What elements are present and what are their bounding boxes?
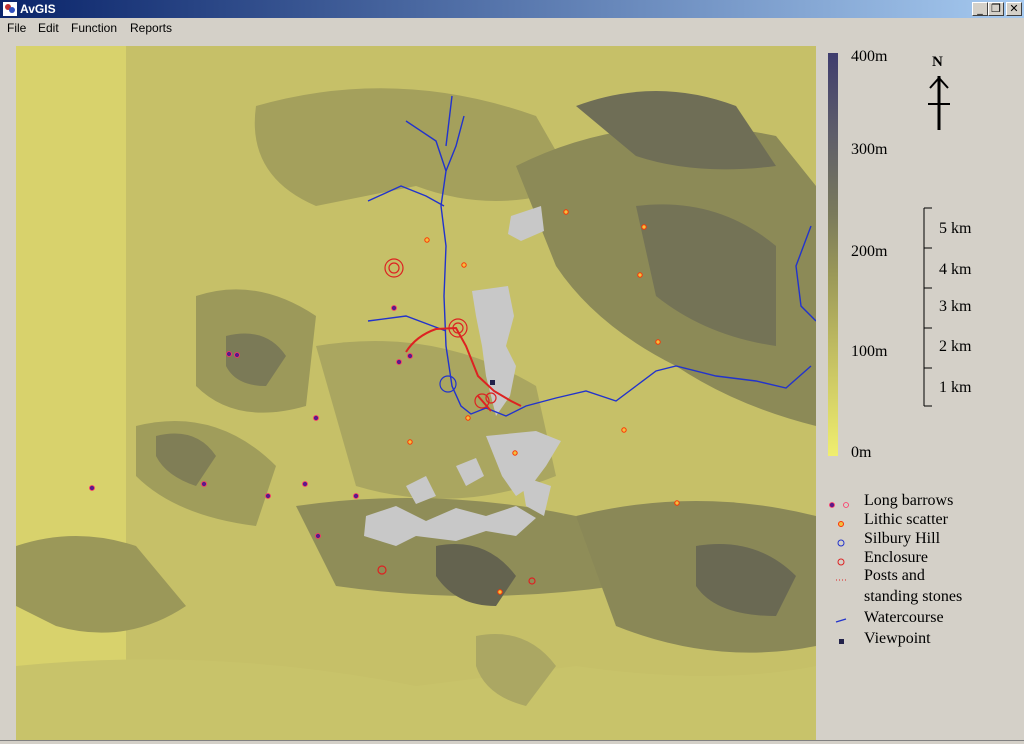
elevation-color-bar bbox=[828, 53, 838, 456]
restore-button[interactable]: ❐ bbox=[988, 2, 1004, 16]
legend-key-icons bbox=[829, 502, 849, 644]
north-arrow-icon bbox=[928, 76, 950, 130]
terrain-map bbox=[16, 46, 816, 740]
title-bar: AvGIS _ ❐ ✕ bbox=[0, 0, 1024, 18]
legend-label-viewpoint: Viewpoint bbox=[864, 630, 931, 647]
long-barrow-alt-icon bbox=[843, 502, 849, 508]
menu-file[interactable]: File bbox=[7, 21, 26, 35]
minimize-button[interactable]: _ bbox=[972, 2, 988, 16]
close-button[interactable]: ✕ bbox=[1006, 2, 1022, 16]
scale-label-1km: 1 km bbox=[939, 379, 972, 396]
scale-label-5km: 5 km bbox=[939, 220, 972, 237]
window-bottom-border bbox=[0, 740, 1024, 744]
menu-function[interactable]: Function bbox=[71, 21, 117, 35]
legend-label-silbury-hill: Silbury Hill bbox=[864, 530, 941, 547]
menu-reports[interactable]: Reports bbox=[130, 21, 172, 35]
legend-label-posts-and: Posts and bbox=[864, 567, 925, 584]
legend-label-lithic-scatter: Lithic scatter bbox=[864, 511, 948, 528]
watercourse-icon bbox=[835, 618, 847, 623]
scale-label-2km: 2 km bbox=[939, 338, 972, 355]
legend-label-standing-stones: standing stones bbox=[864, 588, 963, 605]
viewpoint-marker bbox=[490, 380, 495, 385]
app-icon bbox=[3, 2, 17, 16]
elevation-label-300: 300m bbox=[851, 141, 888, 158]
menu-edit[interactable]: Edit bbox=[38, 21, 59, 35]
long-barrow-icon bbox=[829, 502, 835, 508]
north-label: N bbox=[932, 54, 943, 70]
scale-label-4km: 4 km bbox=[939, 261, 972, 278]
silbury-hill-icon bbox=[837, 539, 845, 547]
elevation-label-0: 0m bbox=[851, 444, 872, 461]
scale-label-3km: 3 km bbox=[939, 298, 972, 315]
legend-panel: 400m 300m 200m 100m 0m N 5 km 4 km 3 km … bbox=[816, 46, 1024, 740]
map-canvas[interactable] bbox=[16, 46, 816, 740]
viewpoint-icon bbox=[839, 639, 844, 644]
distance-scale-bar bbox=[923, 207, 932, 407]
menu-bar: File Edit Function Reports bbox=[0, 18, 1024, 38]
legend-label-watercourse: Watercourse bbox=[864, 609, 944, 626]
elevation-label-200: 200m bbox=[851, 243, 888, 260]
lithic-scatter-icon bbox=[838, 521, 844, 527]
window-title: AvGIS bbox=[20, 2, 56, 16]
elevation-label-100: 100m bbox=[851, 343, 888, 360]
legend-label-enclosure: Enclosure bbox=[864, 549, 928, 566]
legend-label-long-barrows: Long barrows bbox=[864, 492, 954, 509]
enclosure-icon bbox=[837, 558, 845, 566]
elevation-label-400: 400m bbox=[851, 48, 888, 65]
